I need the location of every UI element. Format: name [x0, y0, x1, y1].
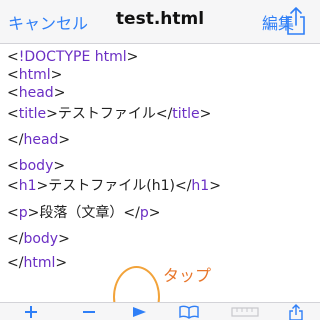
bracket: <	[7, 106, 19, 122]
bracket: >	[126, 49, 139, 65]
bracket: >	[27, 205, 40, 221]
bracket: >	[58, 132, 71, 148]
bracket: </	[7, 132, 24, 148]
tap-annotation-label: タップ	[163, 266, 212, 285]
bracket: >	[55, 255, 68, 271]
minus-icon[interactable]	[78, 303, 100, 320]
text-content: 段落（文章）	[39, 205, 124, 221]
tag-name: body	[23, 231, 59, 247]
book-icon[interactable]	[176, 303, 202, 320]
code-line: </body>	[7, 230, 70, 248]
bracket: </	[174, 178, 192, 194]
code-line: <title>テストファイル</title>	[7, 105, 211, 123]
code-line: <html>	[7, 66, 62, 84]
bracket: >	[53, 158, 66, 174]
bracket: >	[58, 231, 70, 247]
bracket: >	[209, 178, 221, 194]
play-icon[interactable]	[128, 303, 150, 320]
tag-name: html	[23, 255, 56, 271]
tag-name: head	[23, 132, 59, 148]
add-icon[interactable]	[20, 303, 42, 320]
tag-name: p	[139, 205, 149, 221]
tag-name: head	[18, 85, 54, 101]
bracket: <	[7, 205, 19, 221]
bracket: >	[199, 106, 212, 122]
code-line: </html>	[7, 254, 67, 272]
bottom-toolbar	[0, 302, 320, 320]
tag-name: title	[18, 106, 47, 122]
bracket: </	[155, 106, 173, 122]
code-line: <!DOCTYPE html>	[7, 48, 138, 66]
share-icon[interactable]	[285, 6, 307, 36]
bracket: <	[7, 178, 19, 194]
code-line: <h1>テストファイル(h1)</h1>	[7, 177, 221, 195]
tag-name: html	[18, 67, 51, 83]
bracket: <	[7, 158, 19, 174]
bracket: >	[53, 85, 66, 101]
bracket: >	[148, 205, 161, 221]
navigation-bar: キャンセル test.html 編集	[0, 0, 320, 44]
text-content: テストファイル(h1)	[48, 178, 175, 194]
code-line: </head>	[7, 131, 70, 149]
code-line: <p>段落（文章）</p>	[7, 204, 160, 222]
tag-name: title	[172, 106, 200, 122]
tag-name: h1	[18, 178, 37, 194]
tag-name: p	[18, 205, 28, 221]
bracket: <	[7, 85, 19, 101]
code-line: <body>	[7, 157, 65, 175]
tag-name: body	[18, 158, 54, 174]
bracket: </	[7, 231, 24, 247]
bracket: <	[7, 67, 19, 83]
bracket: </	[7, 255, 24, 271]
bracket: </	[123, 205, 140, 221]
bracket: >	[36, 178, 49, 194]
code-line: <head>	[7, 84, 65, 102]
tag-name: !DOCTYPE html	[18, 49, 127, 65]
text-content: テストファイル	[57, 106, 156, 122]
ruler-icon[interactable]	[228, 303, 262, 320]
tag-name: h1	[191, 178, 210, 194]
bracket: >	[46, 106, 58, 122]
bracket: <	[7, 49, 19, 65]
bracket: >	[50, 67, 63, 83]
share-icon[interactable]	[285, 303, 307, 320]
